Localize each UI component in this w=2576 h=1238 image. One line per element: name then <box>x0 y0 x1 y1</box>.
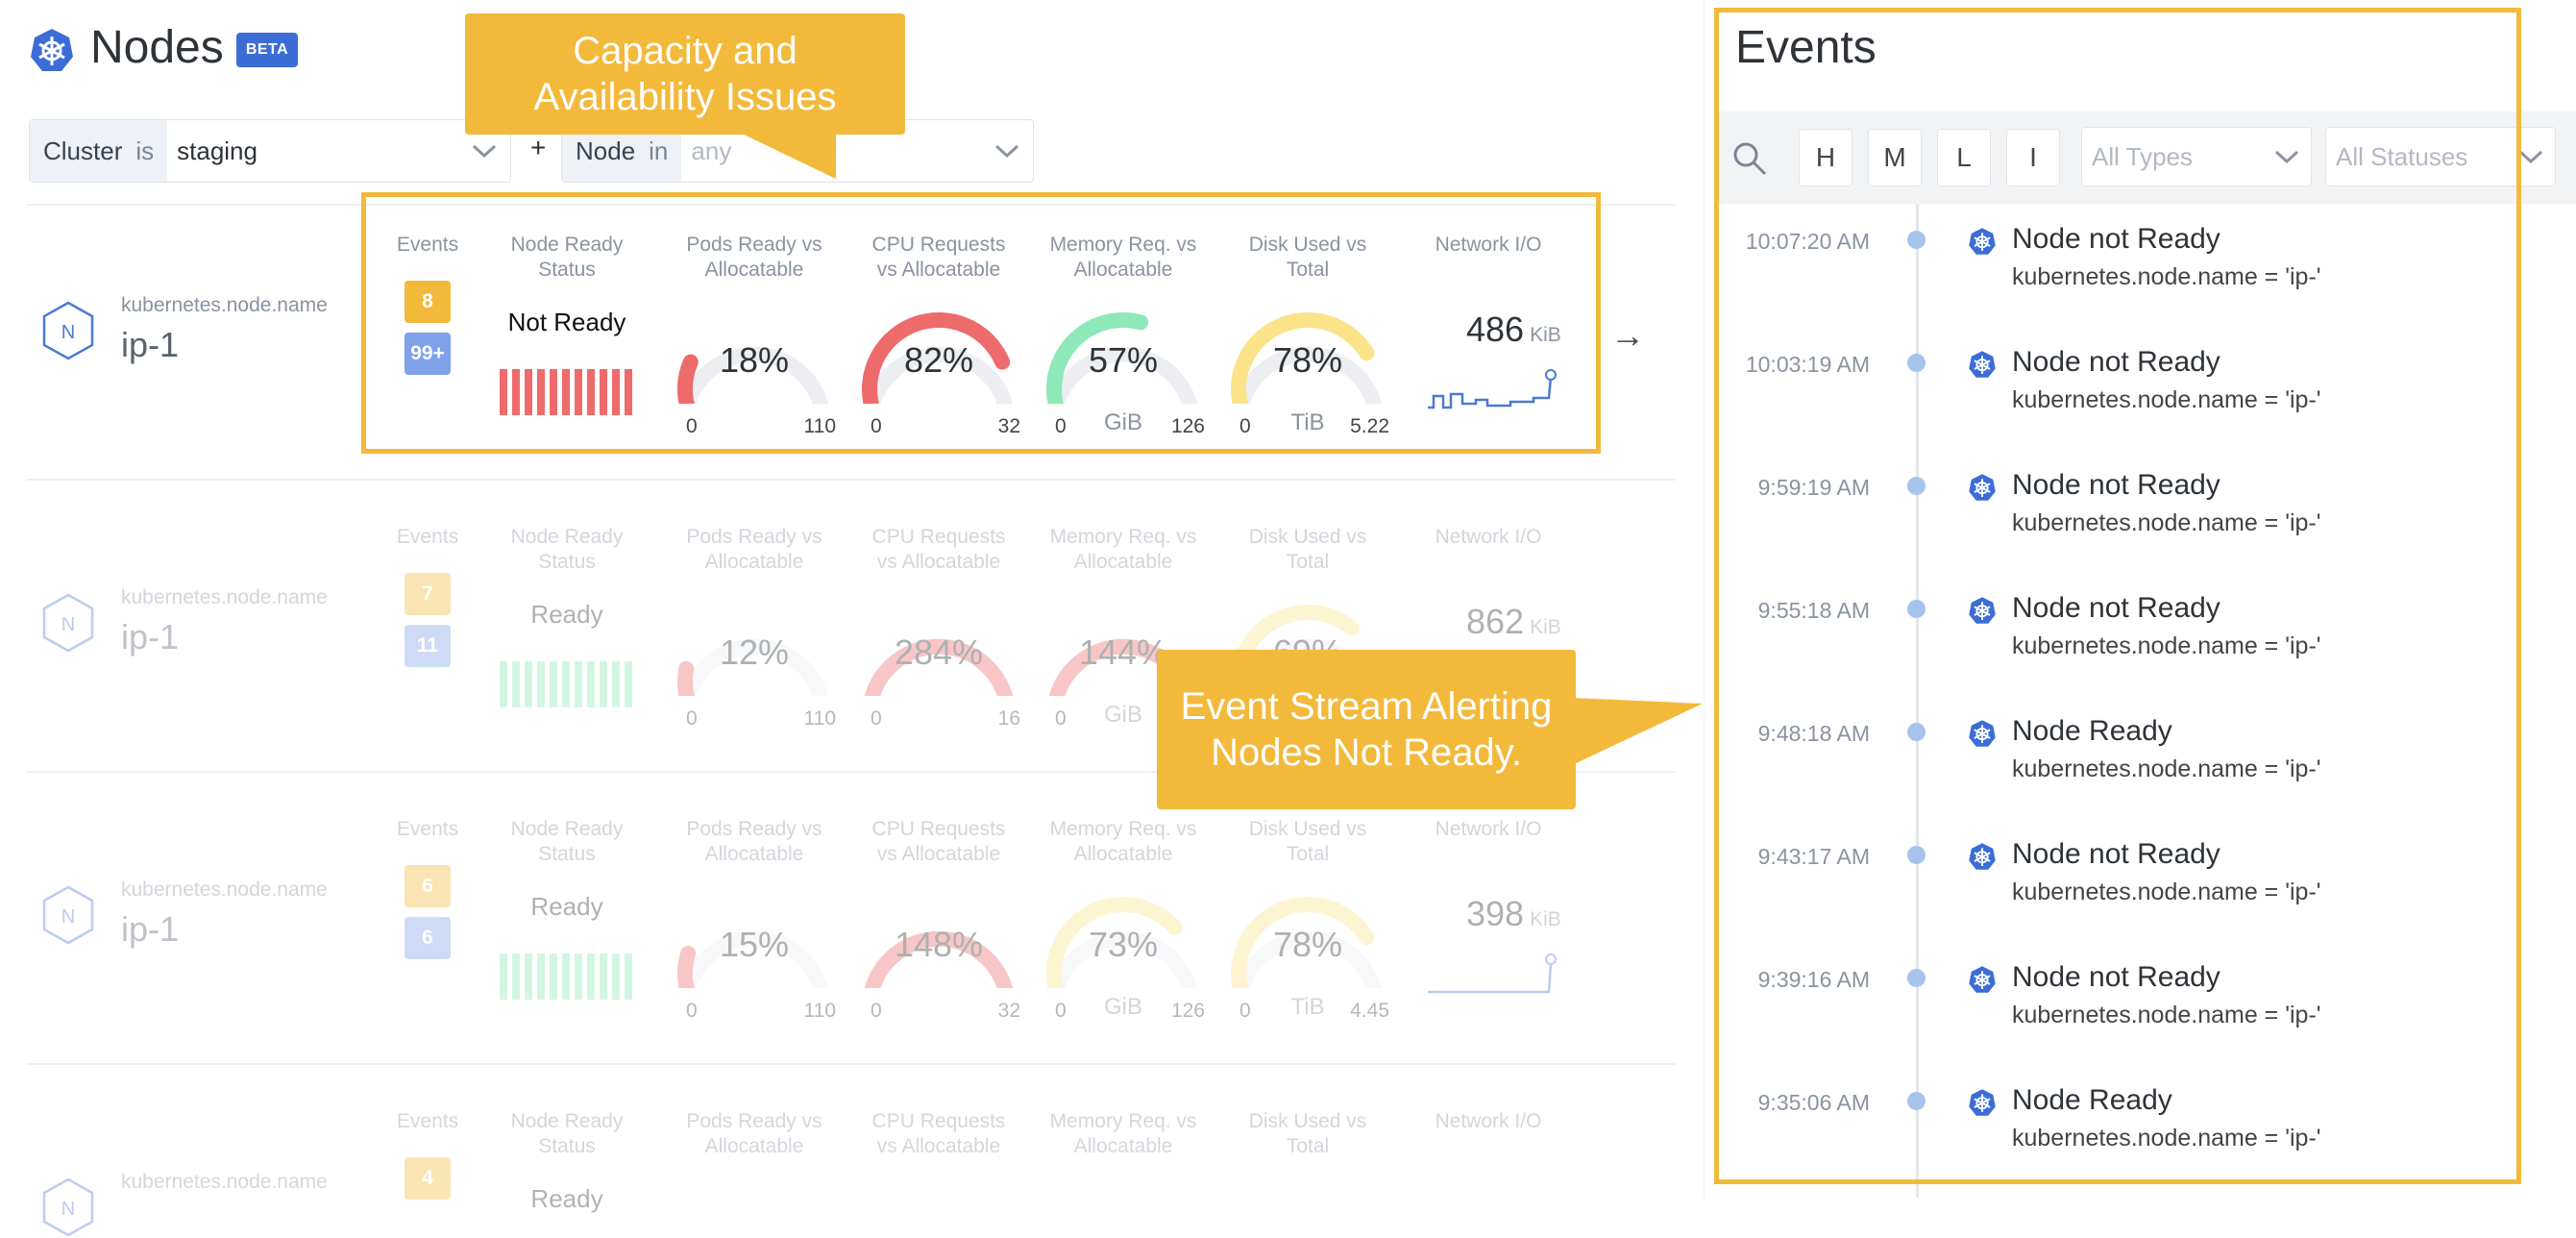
column-header: Pods Ready vs Allocatable <box>686 1110 822 1157</box>
panel-divider <box>1704 0 1705 1198</box>
column-header: Memory Req. vs Allocatable <box>1049 1110 1197 1157</box>
events-highlight <box>1714 8 2521 1184</box>
arrow-right-icon[interactable]: → <box>1610 315 1645 356</box>
event-stream-callout: Event Stream Alerting Nodes Not Ready. <box>1157 650 1576 809</box>
column-header: Network I/O <box>1435 1110 1542 1132</box>
capacity-highlight <box>361 192 1601 454</box>
svg-text:N: N <box>61 1199 75 1220</box>
callout-pointer <box>1572 698 1703 765</box>
node-key-label: kubernetes.node.name <box>121 1171 328 1193</box>
node-hex-icon: N <box>42 1177 94 1237</box>
event-count-badge[interactable]: 4 <box>405 1157 451 1200</box>
node-ready-status: Ready <box>530 1184 603 1213</box>
column-header: Events <box>396 1110 459 1132</box>
callout-pointer <box>740 133 836 179</box>
capacity-callout: Capacity and Availability Issues <box>465 13 905 135</box>
column-header: Disk Used vs Total <box>1248 1110 1367 1157</box>
node-row[interactable]: Events Node Ready Status Pods Ready vs All… <box>0 0 1691 1237</box>
column-header: CPU Requests vs Allocatable <box>871 1110 1006 1157</box>
column-header: Node Ready Status <box>510 1110 624 1157</box>
